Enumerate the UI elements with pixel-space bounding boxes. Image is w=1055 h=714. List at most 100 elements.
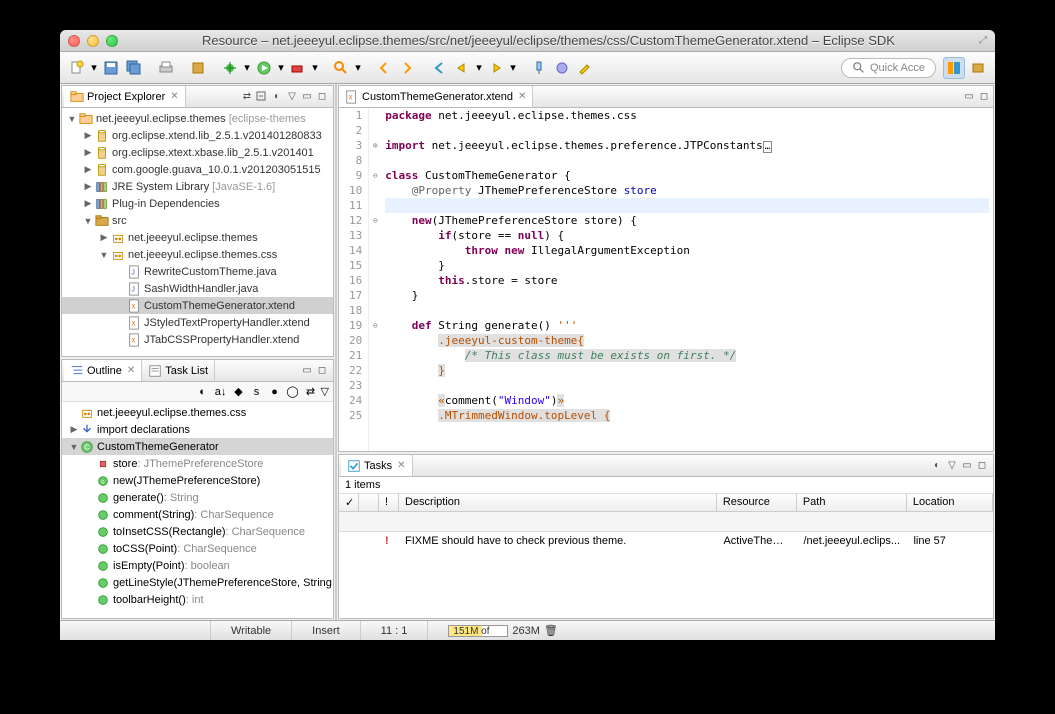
explorer-tree[interactable]: ▼net.jeeeyul.eclipse.themes [eclipse-the… (62, 108, 333, 356)
focus-task-button[interactable]: ◐ (270, 90, 284, 104)
maximize-view-button[interactable]: ◻ (977, 90, 991, 104)
save-all-button[interactable] (123, 57, 145, 79)
minimize-view-button[interactable]: ▭ (300, 364, 314, 378)
forward-dropdown[interactable]: ▾ (508, 57, 518, 79)
search-dropdown[interactable]: ▾ (353, 57, 363, 79)
tasks-filter-input[interactable] (399, 516, 993, 528)
collapse-all-button[interactable] (255, 90, 269, 104)
col-description[interactable]: Description (399, 494, 717, 511)
annotation-next-button[interactable] (396, 57, 418, 79)
minimize-view-button[interactable]: ▭ (300, 90, 314, 104)
twisty-icon[interactable]: ▶ (82, 130, 94, 142)
focus-button[interactable]: ◐ (195, 384, 211, 400)
outline-item[interactable]: toInsetCSS(Rectangle) : CharSequence (62, 523, 333, 540)
outline-item[interactable]: getLineStyle(JThemePreferenceStore, Stri… (62, 574, 333, 591)
highlight-button[interactable] (574, 57, 596, 79)
forward-button[interactable] (485, 57, 507, 79)
pin-button[interactable] (528, 57, 550, 79)
close-icon[interactable] (68, 35, 80, 47)
last-edit-button[interactable] (428, 57, 450, 79)
close-icon[interactable]: ✕ (170, 91, 178, 102)
twisty-icon[interactable] (114, 283, 126, 295)
twisty-icon[interactable]: ▶ (82, 181, 94, 193)
annotation-prev-button[interactable] (373, 57, 395, 79)
debug-dropdown[interactable]: ▾ (242, 57, 252, 79)
task-row[interactable]: !FIXME should have to check previous the… (339, 532, 993, 550)
outline-item[interactable]: net.jeeeyul.eclipse.themes.css (62, 404, 333, 421)
editor-tab[interactable]: X CustomThemeGenerator.xtend ✕ (339, 86, 533, 107)
outline-item[interactable]: generate() : String (62, 489, 333, 506)
minimize-view-button[interactable]: ▭ (962, 90, 976, 104)
tree-item[interactable]: XJTabCSSPropertyHandler.xtend (62, 331, 333, 348)
ext-tools-dropdown[interactable]: ▾ (310, 57, 320, 79)
twisty-icon[interactable]: ▶ (82, 147, 94, 159)
ext-tools-button[interactable] (287, 57, 309, 79)
new-button[interactable] (66, 57, 88, 79)
view-menu-button[interactable]: ▽ (285, 90, 299, 104)
focus-button[interactable]: ◐ (930, 459, 944, 473)
twisty-icon[interactable]: ▶ (82, 198, 94, 210)
twisty-icon[interactable]: ▶ (82, 164, 94, 176)
tree-item[interactable]: ▶org.eclipse.xtext.xbase.lib_2.5.1.v2014… (62, 144, 333, 161)
hide-static-button[interactable]: s (249, 384, 265, 400)
perspective-resource-button[interactable] (943, 57, 965, 79)
twisty-icon[interactable]: ▼ (68, 441, 80, 453)
twisty-icon[interactable]: ▶ (68, 424, 80, 436)
hide-local-button[interactable]: ◯ (285, 384, 301, 400)
maximize-icon[interactable] (106, 35, 118, 47)
quick-access-field[interactable]: Quick Acce (841, 58, 936, 78)
tree-item[interactable]: ▼net.jeeeyul.eclipse.themes.css (62, 246, 333, 263)
outline-tree[interactable]: net.jeeeyul.eclipse.themes.css▶import de… (62, 402, 333, 618)
save-button[interactable] (100, 57, 122, 79)
task-list-tab[interactable]: Task List (142, 360, 215, 381)
tree-item[interactable]: XCustomThemeGenerator.xtend (62, 297, 333, 314)
col-priority[interactable]: ! (379, 494, 399, 511)
code-editor[interactable]: 1238910111213141516171819202122232425 ⊕⊖… (339, 108, 993, 451)
link-button[interactable]: ⇄ (303, 384, 319, 400)
back-dropdown[interactable]: ▾ (474, 57, 484, 79)
build-button[interactable] (187, 57, 209, 79)
outline-item[interactable]: ▼CCustomThemeGenerator (62, 438, 333, 455)
tree-item[interactable]: JSashWidthHandler.java (62, 280, 333, 297)
run-button[interactable] (253, 57, 275, 79)
project-explorer-tab[interactable]: Project Explorer ✕ (64, 86, 186, 107)
outline-tab[interactable]: Outline ✕ (64, 360, 142, 381)
maximize-view-button[interactable]: ◻ (315, 90, 329, 104)
print-button[interactable] (155, 57, 177, 79)
new-dropdown[interactable]: ▾ (89, 57, 99, 79)
tree-item[interactable]: ▼net.jeeeyul.eclipse.themes [eclipse-the… (62, 110, 333, 127)
task-focus-button[interactable] (551, 57, 573, 79)
twisty-icon[interactable] (114, 334, 126, 346)
outline-item[interactable]: cnew(JThemePreferenceStore) (62, 472, 333, 489)
outline-item[interactable]: store : JThemePreferenceStore (62, 455, 333, 472)
maximize-view-button[interactable]: ◻ (975, 459, 989, 473)
twisty-icon[interactable]: ▼ (82, 215, 94, 227)
twisty-icon[interactable]: ▼ (66, 113, 78, 125)
view-menu-button[interactable]: ▽ (945, 459, 959, 473)
col-location[interactable]: Location (907, 494, 993, 511)
back-button[interactable] (451, 57, 473, 79)
col-blank[interactable] (359, 494, 379, 511)
maximize-view-button[interactable]: ◻ (315, 364, 329, 378)
tree-item[interactable]: ▶JRE System Library [JavaSE-1.6] (62, 178, 333, 195)
col-path[interactable]: Path (797, 494, 907, 511)
outline-item[interactable]: isEmpty(Point) : boolean (62, 557, 333, 574)
run-dropdown[interactable]: ▾ (276, 57, 286, 79)
minimize-icon[interactable] (87, 35, 99, 47)
twisty-icon[interactable] (114, 266, 126, 278)
col-complete[interactable]: ✓ (339, 494, 359, 511)
tree-item[interactable]: ▼src (62, 212, 333, 229)
debug-button[interactable] (219, 57, 241, 79)
outline-item[interactable]: toolbarHeight() : int (62, 591, 333, 608)
twisty-icon[interactable]: ▶ (98, 232, 110, 244)
hide-nonpublic-button[interactable]: ● (267, 384, 283, 400)
twisty-icon[interactable]: ▼ (98, 249, 110, 261)
tree-item[interactable]: XJStyledTextPropertyHandler.xtend (62, 314, 333, 331)
outline-item[interactable]: toCSS(Point) : CharSequence (62, 540, 333, 557)
tree-item[interactable]: ▶org.eclipse.xtend.lib_2.5.1.v2014012808… (62, 127, 333, 144)
view-menu-button[interactable]: ▽ (321, 385, 329, 398)
tree-item[interactable]: JRewriteCustomTheme.java (62, 263, 333, 280)
tree-item[interactable]: ▶Plug-in Dependencies (62, 195, 333, 212)
twisty-icon[interactable] (114, 317, 126, 329)
expand-icon[interactable]: ⤢ (979, 35, 987, 46)
